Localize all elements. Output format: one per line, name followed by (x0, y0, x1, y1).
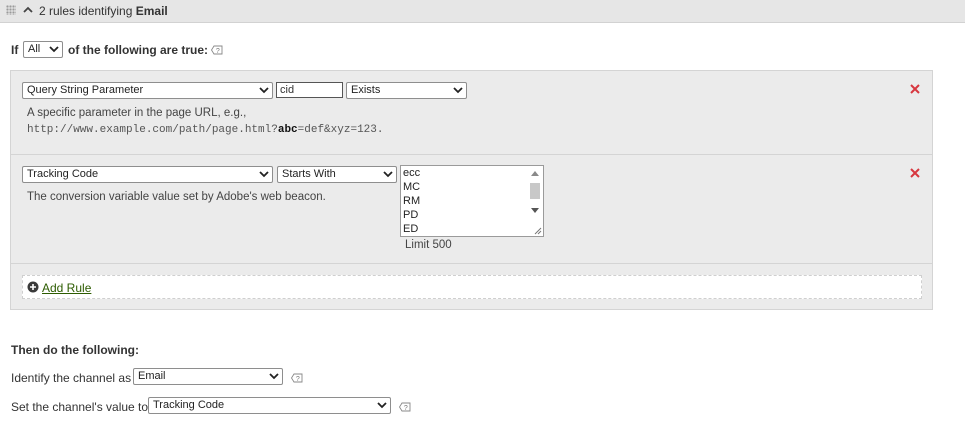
help-icon[interactable]: ? (399, 402, 411, 412)
rule-2-operator-select[interactable]: Starts With (277, 166, 397, 183)
identify-channel-select[interactable]: Email (133, 368, 283, 385)
rule-2-operator-value: Starts With (282, 168, 336, 180)
rule-2-type-select[interactable]: Tracking Code (22, 166, 273, 183)
rule-1-example: http://www.example.com/path/page.html?ab… (27, 124, 383, 136)
rule-2-description: The conversion variable value set by Ado… (27, 191, 326, 203)
svg-text:?: ? (216, 48, 220, 55)
scrollbar-thumb[interactable] (530, 183, 540, 199)
rule-1-operator-value: Exists (351, 84, 381, 96)
help-icon[interactable]: ? (291, 373, 303, 383)
chevron-down-icon (259, 171, 269, 178)
then-heading: Then do the following: (11, 343, 139, 357)
channel-value-value: Tracking Code (153, 399, 225, 411)
svg-text:?: ? (404, 405, 408, 412)
rule-1-description: A specific parameter in the page URL, e.… (27, 107, 247, 119)
scroll-down-icon[interactable] (531, 208, 539, 214)
scroll-up-icon[interactable] (531, 170, 539, 176)
match-mode-select[interactable]: All (23, 41, 63, 58)
scrollbar[interactable] (529, 168, 541, 222)
identify-channel-value: Email (138, 370, 166, 382)
close-icon[interactable] (910, 168, 920, 178)
list-item: MC (403, 181, 421, 193)
match-mode-value: All (28, 43, 41, 55)
channel-value-select[interactable]: Tracking Code (148, 397, 391, 414)
condition-suffix: of the following are true: (68, 43, 208, 57)
panel-title-prefix: 2 rules identifying (39, 4, 133, 18)
chevron-down-icon (377, 402, 387, 409)
plus-circle-icon[interactable] (27, 281, 39, 293)
rule-1-example-post: =def&xyz=123. (297, 124, 384, 136)
list-item: ED (403, 223, 419, 235)
rule-1-param-input[interactable]: cid (276, 82, 343, 98)
help-icon[interactable]: ? (211, 45, 223, 55)
rule-2-limit: Limit 500 (405, 239, 452, 251)
list-item: PD (403, 209, 419, 221)
rule-2-type-value: Tracking Code (27, 168, 99, 180)
list-item: RM (403, 195, 421, 207)
close-icon[interactable] (910, 84, 920, 94)
rule-1-example-pre: http://www.example.com/path/page.html? (27, 124, 278, 136)
list-item: ecc (403, 167, 421, 179)
panel-title-channel: Email (135, 4, 168, 18)
panel-header[interactable]: 2 rules identifying Email (0, 0, 965, 23)
rule-1-type-value: Query String Parameter (27, 84, 144, 96)
rule-1-example-bold: abc (277, 124, 298, 136)
rule-1-operator-select[interactable]: Exists (346, 82, 467, 99)
chevron-down-icon (49, 46, 59, 53)
rule-2-values-textarea[interactable]: ecc MC RM PD ED (400, 165, 544, 237)
chevron-down-icon (383, 171, 393, 178)
panel-title: 2 rules identifying Email (39, 4, 168, 18)
channel-value-label: Set the channel's value to (11, 400, 149, 414)
rule-1-type-select[interactable]: Query String Parameter (22, 82, 273, 99)
svg-text:?: ? (296, 376, 300, 383)
chevron-up-icon[interactable] (22, 4, 34, 16)
drag-handle-icon[interactable] (6, 5, 16, 15)
chevron-down-icon (269, 373, 279, 380)
add-rule-row (22, 275, 922, 299)
rule-divider (11, 154, 932, 155)
if-label: If (11, 43, 19, 57)
chevron-down-icon (453, 87, 463, 94)
chevron-down-icon (259, 87, 269, 94)
resize-handle-icon[interactable] (533, 226, 542, 235)
identify-channel-label: Identify the channel as (11, 371, 132, 385)
rule-divider (11, 263, 932, 264)
add-rule-button[interactable]: Add Rule (42, 281, 91, 295)
